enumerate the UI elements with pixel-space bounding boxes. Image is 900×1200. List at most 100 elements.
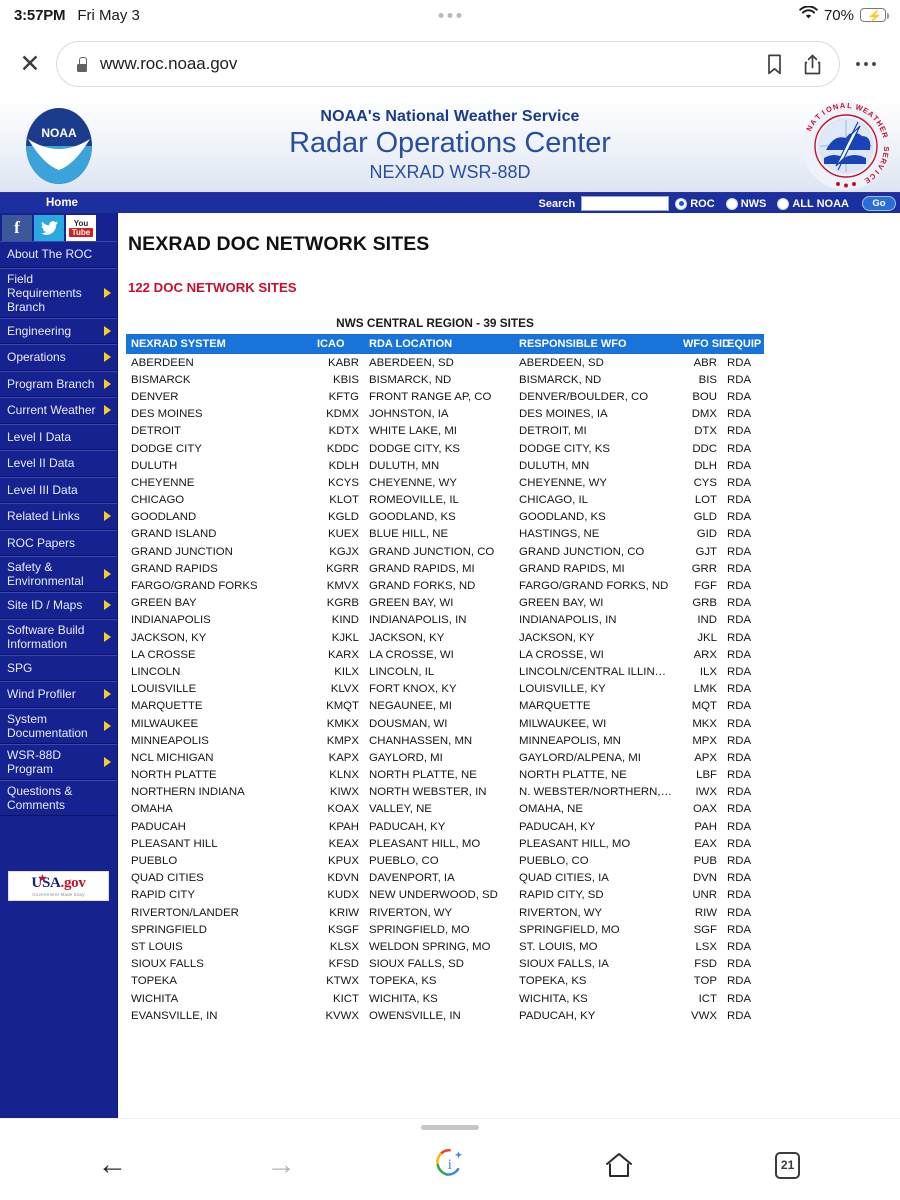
sidebar-item-wind-profiler[interactable]: Wind Profiler bbox=[0, 681, 117, 708]
home-button[interactable] bbox=[534, 1152, 703, 1178]
cell-responsible-wfo: LOUISVILLE, KY bbox=[519, 683, 606, 696]
cell-responsible-wfo: PADUCAH, KY bbox=[519, 1009, 596, 1022]
cell-nexrad-system: DES MOINES bbox=[131, 408, 203, 421]
share-icon[interactable] bbox=[799, 54, 825, 75]
sidebar-item-related-links[interactable]: Related Links bbox=[0, 503, 117, 530]
scope-radio-roc[interactable]: ROC bbox=[675, 197, 719, 210]
sidebar-item-wsr-88d-program[interactable]: WSR-88D Program bbox=[0, 743, 117, 780]
cell-icao: KARX bbox=[327, 648, 359, 661]
cell-nexrad-system: ABERDEEN bbox=[131, 356, 194, 369]
overflow-menu-icon[interactable] bbox=[846, 61, 886, 67]
table-row: DENVER KFTG FRONT RANGE AP, CO DENVER/BOULD… bbox=[126, 388, 764, 405]
chevron-right-icon bbox=[104, 405, 111, 416]
cell-responsible-wfo: PUEBLO, CO bbox=[519, 855, 589, 868]
cell-responsible-wfo: LINCOLN/CENTRAL ILLINOIS, IL bbox=[519, 665, 678, 678]
cell-equip: RDA bbox=[727, 545, 752, 558]
cell-equip: RDA bbox=[727, 717, 752, 730]
cell-responsible-wfo: SPRINGFIELD, MO bbox=[519, 923, 620, 936]
cell-rda-location: WELDON SPRING, MO bbox=[369, 940, 491, 953]
facebook-icon[interactable]: f bbox=[2, 215, 32, 241]
table-row: MARQUETTE KMQT NEGAUNEE, MI MARQUETTE MQT RDA bbox=[126, 698, 764, 715]
cell-rda-location: GRAND RAPIDS, MI bbox=[369, 562, 475, 575]
status-right-cluster: 70% ⚡ bbox=[799, 5, 889, 24]
usagov-logo[interactable]: ★ USA.gov Government Made Easy bbox=[8, 871, 109, 901]
browser-toolbar: ✕ www.roc.noaa.gov bbox=[0, 30, 900, 98]
cell-wfo-sid: IWX bbox=[695, 786, 717, 799]
cell-responsible-wfo: QUAD CITIES, IA bbox=[519, 872, 609, 885]
sidebar-item-safety-environmental[interactable]: Safety & Environmental bbox=[0, 556, 117, 592]
sidebar-item-roc-papers[interactable]: ROC Papers bbox=[0, 529, 117, 556]
cell-nexrad-system: NCL MICHIGAN bbox=[131, 751, 214, 764]
cell-responsible-wfo: CHEYENNE, WY bbox=[519, 476, 607, 489]
cell-wfo-sid: JKL bbox=[697, 631, 717, 644]
sidebar-item-label: Software Build Information bbox=[7, 622, 85, 651]
cell-wfo-sid: ARX bbox=[693, 648, 717, 661]
forward-arrow-icon: → bbox=[266, 1148, 297, 1181]
cell-nexrad-system: TOPEKA bbox=[131, 975, 178, 988]
youtube-icon[interactable]: You Tube bbox=[66, 215, 96, 241]
bookmark-icon[interactable] bbox=[761, 54, 787, 75]
table-row: NORTHERN INDIANA KIWX NORTH WEBSTER, IN N. … bbox=[126, 784, 764, 801]
site-title: Radar Operations Center bbox=[289, 127, 611, 160]
cell-responsible-wfo: GREEN BAY, WI bbox=[519, 597, 604, 610]
sidebar-item-spg[interactable]: SPG bbox=[0, 654, 117, 681]
sidebar-item-software-build-information[interactable]: Software Build Information bbox=[0, 618, 117, 655]
sidebar-item-questions-comments[interactable]: Questions & Comments bbox=[0, 779, 117, 816]
back-button[interactable]: ← bbox=[28, 1150, 197, 1180]
close-icon[interactable]: ✕ bbox=[10, 44, 50, 84]
table-row: GRAND ISLAND KUEX BLUE HILL, NE HASTINGS, N… bbox=[126, 526, 764, 543]
browser-bottom-bar: ← → i 21 bbox=[0, 1118, 900, 1200]
cell-equip: RDA bbox=[727, 923, 752, 936]
twitter-icon[interactable] bbox=[34, 215, 64, 241]
cell-icao: KDMX bbox=[326, 408, 359, 421]
sidebar-item-level-i-data[interactable]: Level I Data bbox=[0, 423, 117, 450]
table-row: GREEN BAY KGRB GREEN BAY, WI GREEN BAY, WI G… bbox=[126, 595, 764, 612]
search-go-button[interactable]: Go bbox=[862, 196, 896, 211]
tab-switcher-button[interactable]: 21 bbox=[703, 1151, 872, 1179]
cell-wfo-sid: TOP bbox=[693, 975, 717, 988]
radio-nws-input[interactable] bbox=[725, 197, 738, 210]
sidebar-item-level-ii-data[interactable]: Level II Data bbox=[0, 450, 117, 477]
cell-icao: KLVX bbox=[330, 683, 359, 696]
sidebar-item-about-the-roc[interactable]: About The ROC bbox=[0, 241, 117, 268]
address-bar[interactable]: www.roc.noaa.gov bbox=[56, 41, 840, 87]
scope-radio-all-noaa[interactable]: ALL NOAA bbox=[777, 197, 854, 210]
cell-responsible-wfo: NORTH PLATTE, NE bbox=[519, 769, 627, 782]
cell-icao: KLSX bbox=[329, 940, 359, 953]
table-body: ABERDEEN KABR ABERDEEN, SD ABERDEEN, SD ABR R… bbox=[126, 354, 764, 1024]
sidebar-item-program-branch[interactable]: Program Branch bbox=[0, 370, 117, 397]
cell-responsible-wfo: TOPEKA, KS bbox=[519, 975, 587, 988]
cell-rda-location: CHANHASSEN, MN bbox=[369, 734, 473, 747]
status-date: Fri May 3 bbox=[77, 6, 140, 24]
assistant-button[interactable]: i bbox=[366, 1147, 535, 1183]
sidebar-item-engineering[interactable]: Engineering bbox=[0, 317, 117, 344]
radio-roc-input[interactable] bbox=[675, 197, 688, 210]
sidebar-item-system-documentation[interactable]: System Documentation bbox=[0, 707, 117, 744]
forward-button[interactable]: → bbox=[197, 1150, 366, 1180]
cell-wfo-sid: EAX bbox=[694, 837, 717, 850]
nav-home-link[interactable]: Home bbox=[46, 197, 78, 209]
scope-radio-nws[interactable]: NWS bbox=[725, 197, 772, 210]
cell-equip: RDA bbox=[727, 476, 752, 489]
cell-rda-location: NORTH WEBSTER, IN bbox=[369, 786, 487, 799]
cell-nexrad-system: DETROIT bbox=[131, 425, 181, 438]
nws-seal-icon[interactable]: N A T I O N A L W E A T H E R S E R V I … bbox=[800, 100, 892, 192]
search-input[interactable] bbox=[581, 196, 670, 211]
column-header-nexrad-system: NEXRAD SYSTEM bbox=[126, 334, 312, 354]
cell-icao: KMPX bbox=[326, 734, 359, 747]
chevron-right-icon bbox=[104, 325, 111, 336]
cell-rda-location: FORT KNOX, KY bbox=[369, 683, 457, 696]
table-row: DES MOINES KDMX JOHNSTON, IA DES MOINES, IA… bbox=[126, 406, 764, 423]
url-input[interactable]: www.roc.noaa.gov bbox=[100, 54, 749, 74]
sidebar-item-field-requirements-branch[interactable]: Field Requirements Branch bbox=[0, 267, 117, 318]
sidebar-item-operations[interactable]: Operations bbox=[0, 344, 117, 371]
social-links: f You Tube bbox=[0, 213, 117, 241]
noaa-logo-icon[interactable]: NOAA bbox=[20, 106, 98, 186]
sidebar-item-site-id-maps[interactable]: Site ID / Maps bbox=[0, 592, 117, 619]
sidebar-item-current-weather[interactable]: Current Weather bbox=[0, 397, 117, 424]
cell-nexrad-system: RIVERTON/LANDER bbox=[131, 906, 239, 919]
sidebar-item-level-iii-data[interactable]: Level III Data bbox=[0, 476, 117, 503]
cell-equip: RDA bbox=[727, 562, 752, 575]
radio-all-noaa-input[interactable] bbox=[777, 197, 790, 210]
table-row: NORTH PLATTE KLNX NORTH PLATTE, NE NORTH PL… bbox=[126, 767, 764, 784]
